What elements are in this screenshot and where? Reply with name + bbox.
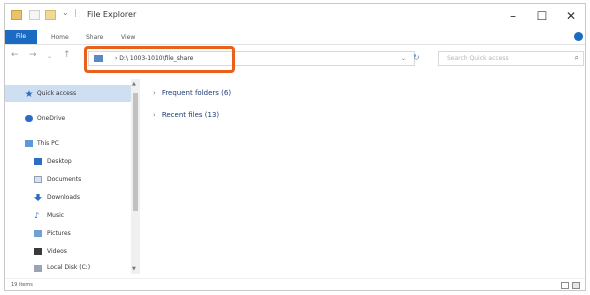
sidebar-item-label: Local Disk (C:)	[47, 264, 91, 271]
close-button[interactable]: ✕	[561, 8, 581, 24]
tab-view[interactable]: View	[121, 32, 135, 43]
tab-share[interactable]: Share	[86, 32, 103, 43]
group-label: Recent files (13)	[161, 111, 220, 119]
sidebar-item-videos[interactable]: Videos	[5, 243, 132, 260]
status-bar: 19 items	[5, 278, 585, 292]
sidebar-item-music[interactable]: ♪ Music	[5, 207, 132, 224]
recent-locations-icon[interactable]: ⌄	[47, 53, 52, 60]
title-bar: ⌄ | File Explorer – ☐ ✕	[5, 4, 585, 30]
sidebar-item-downloads[interactable]: Downloads	[5, 189, 132, 206]
scroll-up-icon[interactable]: ▲	[132, 81, 136, 87]
scroll-down-icon[interactable]: ▼	[132, 266, 136, 272]
address-dropdown-icon[interactable]: ⌄	[401, 55, 406, 62]
sidebar-item-label: OneDrive	[37, 115, 66, 122]
sidebar-item-label: Pictures	[47, 230, 71, 237]
window-title: File Explorer	[87, 10, 137, 19]
videos-folder-icon	[34, 248, 42, 255]
group-recent-files[interactable]: › Recent files (13)	[153, 111, 219, 119]
sidebar-item-label: Videos	[47, 248, 67, 255]
sidebar-item-local-disk[interactable]: Local Disk (C:)	[5, 261, 132, 275]
group-frequent-folders[interactable]: › Frequent folders (6)	[153, 89, 231, 97]
help-icon[interactable]	[574, 32, 583, 41]
sidebar-item-documents[interactable]: Documents	[5, 171, 132, 188]
sidebar-item-label: Quick access	[37, 90, 77, 97]
desktop-folder-icon	[34, 158, 42, 165]
properties-icon[interactable]	[29, 10, 40, 20]
sidebar-item-pictures[interactable]: Pictures	[5, 225, 132, 242]
pictures-folder-icon	[34, 230, 42, 237]
file-explorer-window: ⌄ | File Explorer – ☐ ✕ File Home Share …	[4, 3, 586, 291]
content-pane: › Frequent folders (6) › Recent files (13)	[145, 79, 585, 274]
large-icons-view-icon[interactable]	[572, 282, 580, 289]
tab-home[interactable]: Home	[51, 32, 69, 43]
quick-access-toolbar-dropdown[interactable]: ⌄	[62, 8, 69, 17]
sidebar-item-quick-access[interactable]: Quick access	[5, 85, 132, 102]
search-icon[interactable]: ⌕	[575, 53, 579, 63]
address-bar-highlight	[84, 46, 235, 73]
title-separator: |	[74, 8, 77, 17]
sidebar-item-label: Downloads	[47, 194, 80, 201]
back-button[interactable]: ←	[11, 50, 19, 60]
scrollbar-thumb[interactable]	[133, 93, 138, 211]
minimize-button[interactable]: –	[503, 8, 523, 24]
search-box[interactable]: Search Quick access ⌕	[438, 51, 584, 66]
sidebar-item-this-pc[interactable]: This PC	[5, 135, 132, 152]
up-button[interactable]: ↑	[63, 50, 71, 60]
sidebar-item-label: Desktop	[47, 158, 72, 165]
refresh-icon[interactable]: ↻	[413, 53, 420, 62]
sidebar-item-desktop[interactable]: Desktop	[5, 153, 132, 170]
search-input[interactable]: Search Quick access	[447, 53, 509, 65]
sidebar-item-onedrive[interactable]: OneDrive	[5, 110, 132, 127]
star-icon	[25, 90, 33, 97]
music-folder-icon: ♪	[34, 211, 40, 220]
chevron-right-icon[interactable]: ›	[153, 111, 156, 119]
ribbon: File Home Share View	[5, 30, 585, 45]
tab-file[interactable]: File	[5, 30, 37, 44]
new-folder-icon[interactable]	[45, 10, 56, 20]
sidebar-item-label: Documents	[47, 176, 82, 183]
navigation-pane: Quick access OneDrive This PC Desktop Do…	[5, 79, 132, 274]
details-view-icon[interactable]	[561, 282, 569, 289]
maximize-button[interactable]: ☐	[532, 8, 552, 24]
forward-button[interactable]: →	[29, 50, 37, 60]
navigation-scrollbar[interactable]: ▲ ▼	[131, 79, 140, 274]
computer-icon	[25, 140, 33, 147]
cloud-icon	[25, 115, 33, 122]
documents-folder-icon	[34, 176, 42, 183]
sidebar-item-label: Music	[47, 212, 65, 219]
downloads-folder-icon	[34, 194, 42, 201]
group-label: Frequent folders (6)	[161, 89, 232, 97]
sidebar-item-label: This PC	[37, 140, 59, 147]
disk-icon	[34, 265, 42, 272]
chevron-right-icon[interactable]: ›	[153, 89, 156, 97]
folder-app-icon	[11, 10, 22, 20]
item-count: 19 items	[11, 282, 33, 288]
